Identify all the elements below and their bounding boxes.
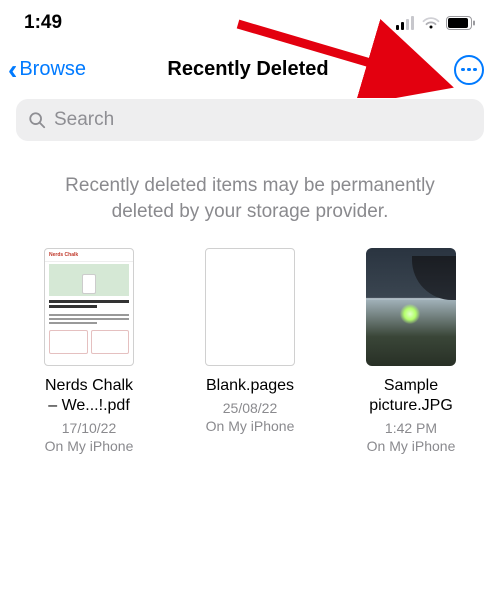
- file-grid: Nerds Chalk Nerds Chalk – We...!.pdf 17/…: [0, 248, 500, 454]
- file-item[interactable]: Blank.pages 25/08/22 On My iPhone: [185, 248, 315, 454]
- back-button[interactable]: ‹ Browse: [8, 56, 86, 84]
- wifi-icon: [422, 16, 440, 30]
- file-item[interactable]: Sample picture.JPG 1:42 PM On My iPhone: [346, 248, 476, 454]
- back-label: Browse: [19, 58, 86, 81]
- cellular-icon: [396, 16, 416, 30]
- file-thumbnail: Nerds Chalk: [44, 248, 134, 366]
- file-date: 25/08/22: [223, 400, 278, 416]
- file-location: On My iPhone: [45, 438, 134, 454]
- status-time: 1:49: [24, 12, 62, 34]
- ellipsis-icon: [461, 68, 477, 72]
- info-message: Recently deleted items may be permanentl…: [0, 141, 500, 248]
- file-date: 1:42 PM: [385, 420, 437, 436]
- file-thumbnail: [205, 248, 295, 366]
- file-location: On My iPhone: [206, 418, 295, 434]
- status-bar: 1:49: [0, 0, 500, 42]
- battery-icon: [446, 16, 476, 30]
- file-item[interactable]: Nerds Chalk Nerds Chalk – We...!.pdf 17/…: [24, 248, 154, 454]
- chevron-left-icon: ‹: [8, 56, 17, 84]
- file-name: Sample picture.JPG: [369, 376, 453, 416]
- file-name: Blank.pages: [206, 376, 294, 396]
- navigation-bar: ‹ Browse Recently Deleted: [0, 42, 500, 91]
- file-thumbnail: [366, 248, 456, 366]
- search-icon: [28, 111, 46, 129]
- file-location: On My iPhone: [367, 438, 456, 454]
- file-name: Nerds Chalk – We...!.pdf: [45, 376, 133, 416]
- file-date: 17/10/22: [62, 420, 117, 436]
- status-icons: [396, 16, 476, 30]
- search-bar[interactable]: [16, 99, 484, 141]
- more-options-button[interactable]: [454, 55, 484, 85]
- search-input[interactable]: [54, 109, 472, 131]
